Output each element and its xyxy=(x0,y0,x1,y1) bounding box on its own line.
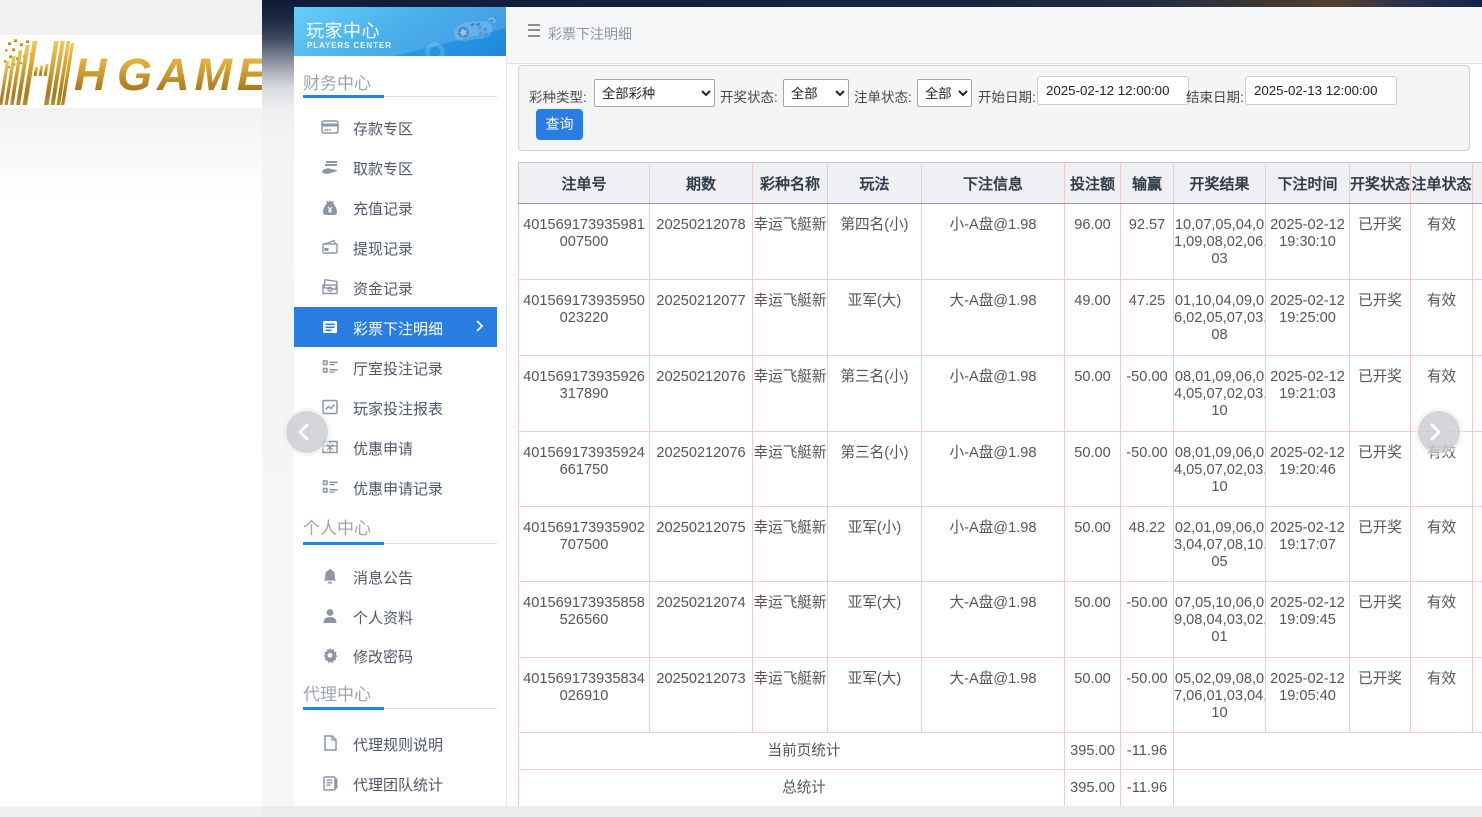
svg-text:GAME: GAME xyxy=(117,49,262,100)
svg-text:H: H xyxy=(74,49,108,100)
